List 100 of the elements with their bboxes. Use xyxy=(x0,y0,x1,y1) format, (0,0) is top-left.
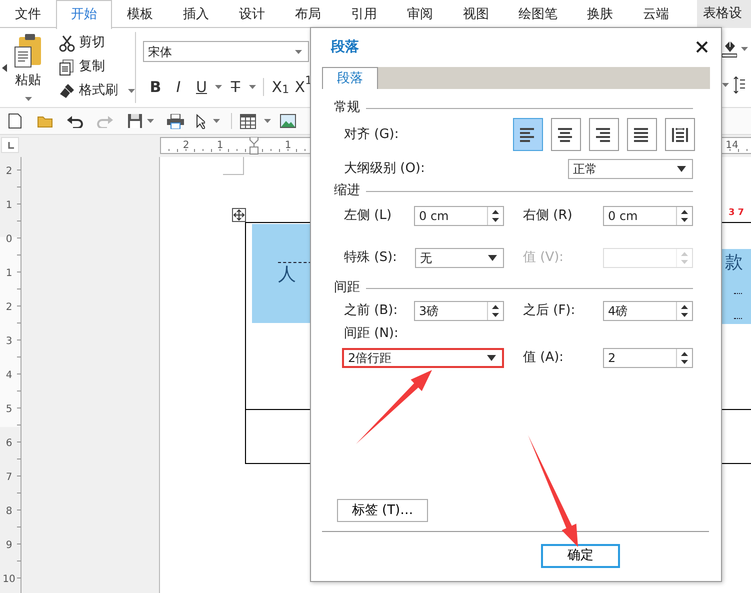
menu-tab[interactable]: 文件 xyxy=(0,0,56,28)
spin-arrows-icon xyxy=(681,252,688,264)
caret-icon[interactable] xyxy=(249,85,256,89)
tabs-button[interactable]: 标签 (T)… xyxy=(337,499,428,522)
field-label: 右侧 (R) xyxy=(523,207,574,226)
dropdown-caret-icon[interactable] xyxy=(487,354,496,360)
bold-button[interactable]: B xyxy=(144,76,167,98)
pointer-icon[interactable] xyxy=(196,114,204,128)
field-label: 之前 (B): xyxy=(344,302,399,320)
menu-tab[interactable]: 审阅 xyxy=(392,0,448,28)
caret-icon[interactable] xyxy=(24,96,32,100)
copy-icon[interactable] xyxy=(59,58,75,76)
align-right-button[interactable] xyxy=(589,118,619,151)
section-title: 缩进 xyxy=(334,182,360,200)
spin-field[interactable]: 4磅 xyxy=(603,301,693,321)
spin-field[interactable]: 2 xyxy=(603,348,693,368)
caret-icon[interactable] xyxy=(212,119,220,123)
field-label: 左侧 (L) xyxy=(344,207,393,226)
spin-arrows-icon[interactable] xyxy=(681,352,688,364)
caret-icon[interactable] xyxy=(264,119,270,123)
menu-tab[interactable]: 模板 xyxy=(112,0,168,28)
print-icon[interactable] xyxy=(166,114,184,128)
font-name-field[interactable]: 宋体 xyxy=(143,41,309,62)
italic-button[interactable]: I xyxy=(167,76,190,98)
menu-tab[interactable]: 插入 xyxy=(168,0,224,28)
align-center-button[interactable] xyxy=(551,118,581,151)
brush-icon[interactable] xyxy=(59,82,75,100)
folder-icon[interactable] xyxy=(37,114,53,128)
cell-text: 人 xyxy=(278,265,297,285)
caret-icon[interactable] xyxy=(146,119,154,123)
section-title: 间距 xyxy=(334,279,360,298)
spin-field[interactable]: 3磅 xyxy=(414,301,504,321)
align-distributed-button[interactable] xyxy=(665,118,695,151)
align-left-button[interactable] xyxy=(513,118,543,151)
menu-tab[interactable]: 换肤 xyxy=(572,0,628,28)
paste-icon[interactable] xyxy=(13,33,43,69)
ruler-number: 7 xyxy=(6,472,12,483)
paste-label[interactable]: 粘贴 xyxy=(15,71,41,90)
menu-tab[interactable]: 视图 xyxy=(448,0,504,28)
line-spacing-icon[interactable] xyxy=(733,76,745,94)
dialog-title: 段落 xyxy=(331,38,359,56)
spin-arrows-icon[interactable] xyxy=(492,305,499,317)
dropdown-field[interactable]: 无 xyxy=(415,248,504,268)
clipboard-label[interactable]: 复制 xyxy=(79,57,105,77)
field-label: 对齐 (G): xyxy=(344,126,399,144)
caret-icon[interactable] xyxy=(722,83,729,87)
menu-tab[interactable]: 开始 xyxy=(56,0,112,29)
align-justify-icon xyxy=(634,128,650,142)
menu-tab[interactable]: 绘图笔 xyxy=(504,0,572,28)
spin-arrows-icon[interactable] xyxy=(492,210,499,222)
section-title: 常规 xyxy=(334,99,360,118)
menu-tab[interactable]: 布局 xyxy=(280,0,336,28)
table-icon[interactable] xyxy=(240,114,256,128)
ruler-number: 2 xyxy=(6,302,12,313)
menu-tab[interactable]: 引用 xyxy=(336,0,392,28)
indent-marker[interactable] xyxy=(250,137,258,154)
new-document-icon[interactable] xyxy=(8,113,22,129)
scissors-icon[interactable] xyxy=(59,34,75,52)
dropdown-caret-icon[interactable] xyxy=(488,255,497,261)
dropdown-field[interactable]: 正常 xyxy=(568,159,693,179)
collapse-arrow-icon[interactable] xyxy=(2,64,7,72)
strike-button[interactable]: T xyxy=(224,76,247,98)
dropdown-caret-icon[interactable] xyxy=(677,166,686,172)
align-distributed-icon xyxy=(672,128,688,142)
caret-icon[interactable] xyxy=(215,85,222,89)
document-text: 37 xyxy=(728,207,747,220)
move-handle-icon[interactable] xyxy=(232,208,246,222)
underline-button[interactable]: U xyxy=(190,76,213,98)
image-icon[interactable] xyxy=(280,114,296,128)
dropdown-field[interactable]: 2倍行距 xyxy=(342,348,504,368)
close-icon[interactable] xyxy=(696,41,708,53)
align-left-icon xyxy=(520,128,536,142)
cell-text: 款 xyxy=(725,253,743,273)
ok-button[interactable]: 确定 xyxy=(541,544,620,568)
ruler-number: 1 xyxy=(216,140,224,151)
ruler-number: 2 xyxy=(182,140,190,151)
menu-tab[interactable]: 表格设 xyxy=(697,0,751,28)
dialog-tab[interactable]: 段落 xyxy=(322,67,378,89)
ruler-number: 6 xyxy=(6,438,12,449)
caret-icon[interactable] xyxy=(128,89,135,93)
spin-field[interactable]: 0 cm xyxy=(603,206,693,226)
clipboard-label[interactable]: 格式刷 xyxy=(79,81,118,101)
menu-tab[interactable]: 设计 xyxy=(224,0,280,28)
clipboard-label[interactable]: 剪切 xyxy=(79,33,105,53)
spin-arrows-icon[interactable] xyxy=(681,305,688,317)
spin-arrows-icon[interactable] xyxy=(681,210,688,222)
field-label: 特殊 (S): xyxy=(344,249,398,268)
ruler-number: 14 xyxy=(726,140,738,151)
ruler-number: 4 xyxy=(6,370,12,381)
save-icon[interactable] xyxy=(126,113,142,129)
tab-stop-icon[interactable] xyxy=(1,137,19,153)
ruler-number: 9 xyxy=(6,540,12,551)
spin-field[interactable]: 0 cm xyxy=(414,206,504,226)
align-justify-button[interactable] xyxy=(627,118,657,151)
undo-icon[interactable] xyxy=(67,114,83,128)
caret-icon[interactable] xyxy=(741,47,748,51)
paint-bucket-icon[interactable] xyxy=(722,40,737,58)
menu-tab[interactable]: 云端 xyxy=(628,0,684,28)
field-label: 之后 (F): xyxy=(523,302,576,320)
sub-button[interactable]: X$_{1}$ xyxy=(269,76,292,98)
